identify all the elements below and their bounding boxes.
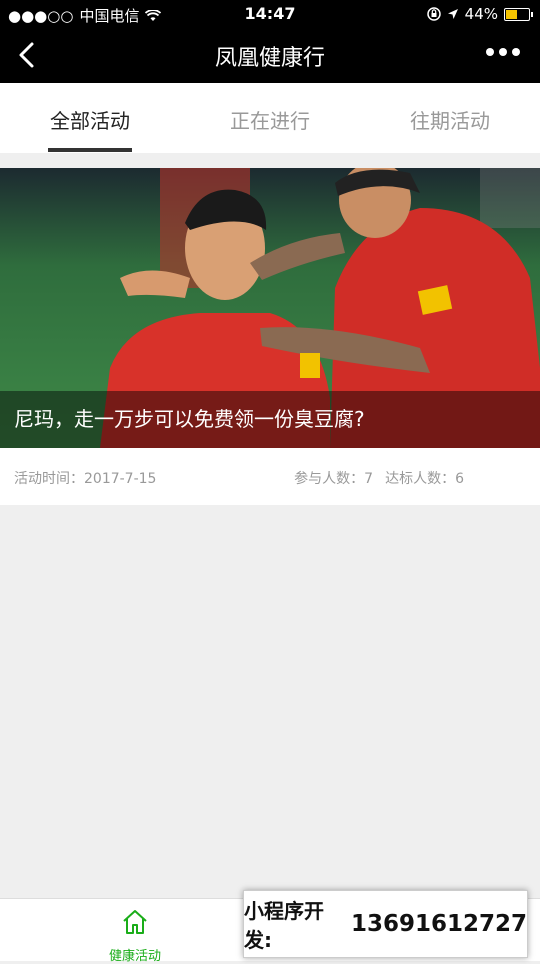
battery-percent: 44% xyxy=(464,5,498,23)
bottom-tab-health-activities[interactable]: 健康活动 xyxy=(0,899,270,964)
home-icon xyxy=(123,910,147,934)
activity-counts: 参与人数：7 达标人数：6 xyxy=(294,468,464,488)
nav-bar: 凤凰健康行 xyxy=(0,28,540,83)
activity-card[interactable]: 尼玛，走一万步可以免费领一份臭豆腐? 活动时间：2017-7-15 参与人数：7… xyxy=(0,168,540,505)
more-dot xyxy=(512,48,520,56)
location-icon xyxy=(447,9,458,19)
qualified-count: 达标人数：6 xyxy=(385,471,464,487)
overlay-phone: 13691612727 xyxy=(350,911,527,937)
tab-past-activities[interactable]: 往期活动 xyxy=(360,83,540,153)
developer-contact-overlay: 小程序开发: 13691612727 xyxy=(243,890,528,958)
activity-title: 尼玛，走一万步可以免费领一份臭豆腐? xyxy=(0,391,540,448)
overlay-prefix: 小程序开发: xyxy=(244,899,324,952)
rotation-lock-icon xyxy=(426,7,441,21)
tab-all-activities[interactable]: 全部活动 xyxy=(0,83,180,153)
participant-count: 参与人数：7 xyxy=(294,471,374,487)
tab-bar: 全部活动 正在进行 往期活动 xyxy=(0,83,540,153)
more-button[interactable] xyxy=(486,48,520,56)
status-right: 44% xyxy=(426,5,533,23)
bottom-tab-label: 健康活动 xyxy=(108,949,161,964)
battery-icon xyxy=(504,7,533,21)
page-title: 凤凰健康行 xyxy=(214,46,325,71)
more-dot xyxy=(486,48,494,56)
activity-time: 活动时间：2017-7-15 xyxy=(14,471,157,487)
tab-ongoing[interactable]: 正在进行 xyxy=(180,83,360,153)
more-dot xyxy=(499,48,507,56)
activity-meta: 活动时间：2017-7-15 参与人数：7 达标人数：6 xyxy=(0,448,540,505)
activity-banner-image[interactable]: 尼玛，走一万步可以免费领一份臭豆腐? xyxy=(0,168,540,448)
status-bar: ●●●○○ 中国电信 14:47 44% xyxy=(0,0,540,28)
